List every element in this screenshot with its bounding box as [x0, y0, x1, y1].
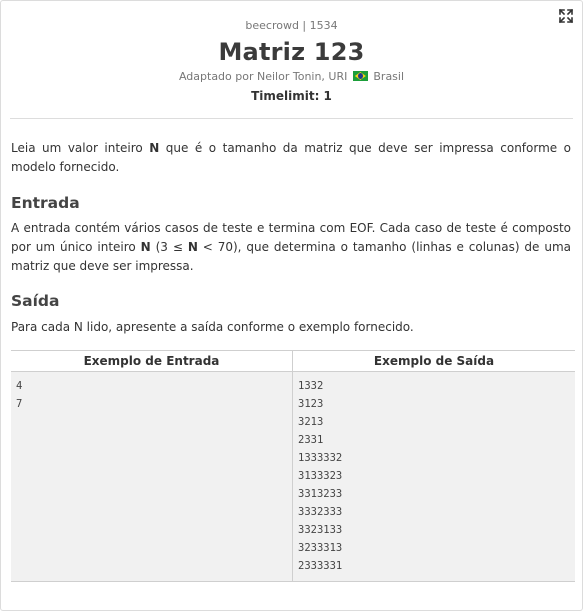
- sample-output-line: 3332333: [298, 506, 343, 518]
- timelimit: Timelimit: 1: [251, 89, 332, 103]
- brazil-flag-icon: [352, 71, 368, 81]
- problem-source: beecrowd | 1534: [245, 19, 338, 32]
- sample-input-header: Exemplo de Entrada: [11, 350, 293, 372]
- problem-header: beecrowd | 1534 Matriz 123 Adaptado por …: [1, 19, 582, 104]
- sample-output-cell[interactable]: 1332 3123 3213 2331 1333332 3133323 3313…: [292, 371, 575, 582]
- input-section-title: Entrada: [11, 194, 80, 212]
- sample-output-line: 3133323: [298, 470, 343, 482]
- sample-output-line: 3323133: [298, 524, 343, 536]
- samples-table: Exemplo de Entrada Exemplo de Saída 4 7 …: [11, 350, 575, 582]
- input-section-text: A entrada contém vários casos de teste e…: [11, 221, 571, 273]
- sample-output-line: 3123: [298, 398, 324, 410]
- author-text: Adaptado por Neilor Tonin, URI: [178, 70, 348, 83]
- problem-title: Matriz 123: [218, 38, 365, 66]
- header-divider: [10, 118, 573, 119]
- sample-output-line: 1333332: [298, 452, 343, 464]
- sample-output-line: 3313233: [298, 488, 343, 500]
- sample-output-line: 3213: [298, 416, 324, 428]
- author-country: Brasil: [373, 70, 405, 83]
- sample-input-line: 7: [16, 398, 23, 410]
- output-section-text: Para cada N lido, apresente a saída conf…: [11, 320, 414, 334]
- sample-output-line: 2331: [298, 434, 324, 446]
- problem-card: beecrowd | 1534 Matriz 123 Adaptado por …: [0, 0, 583, 611]
- sample-output-line: 3233313: [298, 542, 343, 554]
- problem-description: Leia um valor inteiro N que é o tamanho …: [11, 141, 571, 174]
- sample-input-cell[interactable]: 4 7: [11, 371, 293, 582]
- sample-output-line: 2333331: [298, 560, 343, 572]
- sample-input-line: 4: [16, 380, 23, 392]
- output-section-title: Saída: [11, 292, 60, 310]
- sample-output-line: 1332: [298, 380, 324, 392]
- sample-output-header: Exemplo de Saída: [292, 350, 575, 372]
- problem-author: Adaptado por Neilor Tonin, URI Brasil: [1, 70, 582, 84]
